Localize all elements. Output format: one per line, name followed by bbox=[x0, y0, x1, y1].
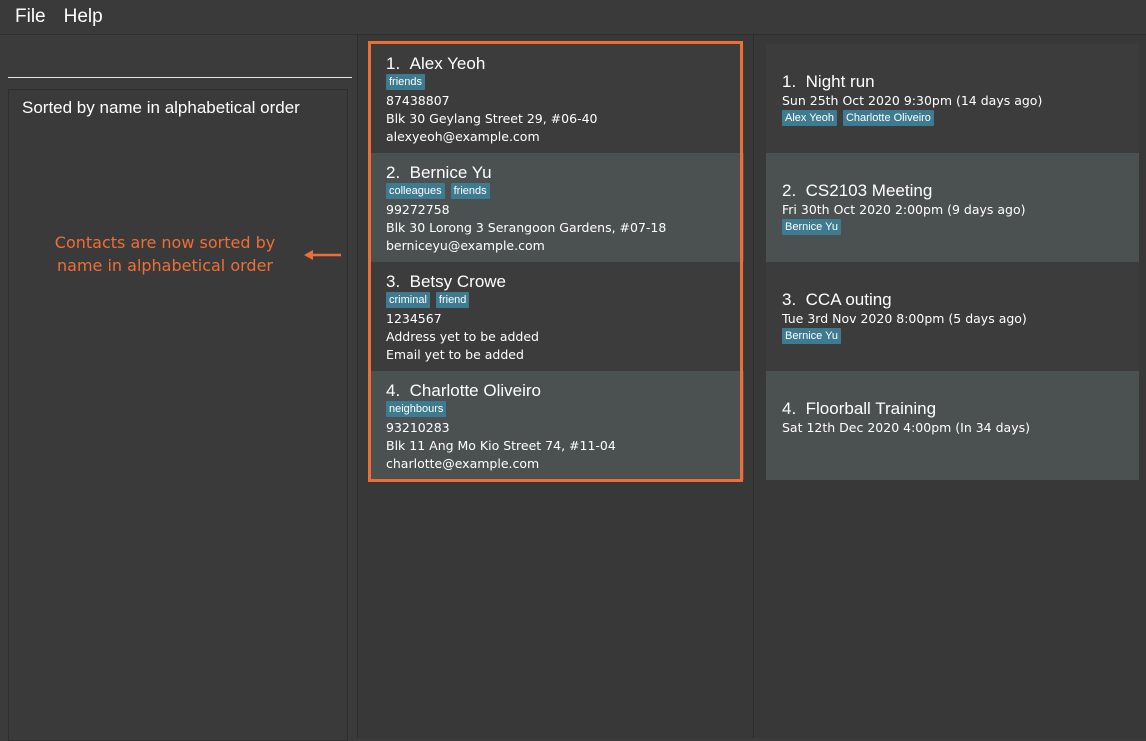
event-tags: Bernice Yu bbox=[782, 328, 1139, 346]
event-tags: Bernice Yu bbox=[782, 219, 1139, 237]
event-datetime: Fri 30th Oct 2020 2:00pm (9 days ago) bbox=[782, 202, 1026, 217]
event-tags bbox=[782, 437, 1139, 455]
event-name-row: 1. Night run bbox=[782, 72, 1139, 92]
person-address: Address yet to be added bbox=[386, 329, 539, 344]
person-name: Charlotte Oliveiro bbox=[409, 381, 541, 400]
command-input[interactable] bbox=[8, 41, 352, 78]
event-index: 4. bbox=[782, 399, 797, 418]
tag-label: Bernice Yu bbox=[782, 328, 842, 344]
result-text: Sorted by name in alphabetical order bbox=[22, 98, 300, 117]
tag-label: Bernice Yu bbox=[782, 219, 842, 235]
event-card[interactable]: 2. CS2103 Meeting Fri 30th Oct 2020 2:00p… bbox=[766, 153, 1139, 262]
event-card[interactable]: 3. CCA outing Tue 3rd Nov 2020 8:00pm (5 … bbox=[766, 262, 1139, 371]
annotation-callout: Contacts are now sorted by name in alpha… bbox=[40, 231, 290, 277]
person-email: berniceyu@example.com bbox=[386, 238, 545, 253]
tag-label: Alex Yeoh bbox=[782, 110, 837, 126]
tag-label: criminal bbox=[386, 292, 430, 308]
person-name: Alex Yeoh bbox=[409, 54, 486, 73]
person-name: Betsy Crowe bbox=[409, 272, 507, 291]
person-phone: 99272758 bbox=[386, 202, 450, 217]
person-name-row: 2. Bernice Yu bbox=[386, 163, 744, 183]
person-name-row: 4. Charlotte Oliveiro bbox=[386, 381, 744, 401]
person-list-panel: 1. Alex Yeoh friends 87438807 Blk 30 Geylan… bbox=[359, 35, 753, 738]
person-card[interactable]: 1. Alex Yeoh friends 87438807 Blk 30 Geylan… bbox=[371, 44, 744, 153]
tag-label: neighbours bbox=[386, 401, 447, 417]
person-address: Blk 30 Geylang Street 29, #06-40 bbox=[386, 111, 598, 126]
event-name: CS2103 Meeting bbox=[805, 181, 933, 200]
annotation-line-2: name in alphabetical order bbox=[57, 256, 273, 275]
person-address: Blk 30 Lorong 3 Serangoon Gardens, #07-1… bbox=[386, 220, 667, 235]
person-list[interactable]: 1. Alex Yeoh friends 87438807 Blk 30 Geylan… bbox=[371, 44, 744, 480]
event-card[interactable]: 4. Floorball Training Sat 12th Dec 2020 4… bbox=[766, 371, 1139, 480]
person-card[interactable]: 3. Betsy Crowe criminal friend 1234567 Addre… bbox=[371, 262, 744, 371]
person-name-row: 1. Alex Yeoh bbox=[386, 54, 744, 74]
event-name: Night run bbox=[805, 72, 875, 91]
arrow-left-icon bbox=[304, 250, 341, 260]
person-index: 4. bbox=[386, 381, 401, 400]
tag-label: friends bbox=[450, 183, 490, 199]
menu-help[interactable]: Help bbox=[64, 6, 103, 28]
annotation-line-1: Contacts are now sorted by bbox=[54, 233, 276, 252]
person-email: charlotte@example.com bbox=[386, 456, 540, 471]
event-name-row: 2. CS2103 Meeting bbox=[782, 181, 1139, 201]
menu-file[interactable]: File bbox=[15, 6, 46, 28]
tag-label: friend bbox=[435, 292, 470, 308]
tag-label: friends bbox=[386, 74, 426, 90]
event-index: 1. bbox=[782, 72, 797, 91]
event-datetime: Sun 25th Oct 2020 9:30pm (14 days ago) bbox=[782, 93, 1043, 108]
pane-divider-right[interactable] bbox=[753, 35, 754, 738]
person-name-row: 3. Betsy Crowe bbox=[386, 272, 744, 292]
left-pane: Sorted by name in alphabetical order Con… bbox=[0, 35, 357, 741]
person-index: 3. bbox=[386, 272, 401, 291]
event-tags: Alex Yeoh Charlotte Oliveiro bbox=[782, 110, 1139, 128]
pane-divider-left[interactable] bbox=[357, 35, 358, 738]
person-tags: colleagues friends bbox=[386, 183, 744, 201]
event-name-row: 4. Floorball Training bbox=[782, 399, 1139, 419]
event-list-panel: 1. Night run Sun 25th Oct 2020 9:30pm (14… bbox=[755, 35, 1146, 738]
person-card[interactable]: 2. Bernice Yu colleagues friends 99272758 Bl… bbox=[371, 153, 744, 262]
person-email: alexyeoh@example.com bbox=[386, 129, 540, 144]
person-index: 1. bbox=[386, 54, 401, 73]
menu-bar: File Help bbox=[0, 0, 1146, 35]
event-index: 3. bbox=[782, 290, 797, 309]
person-address: Blk 11 Ang Mo Kio Street 74, #11-04 bbox=[386, 438, 616, 453]
event-name: Floorball Training bbox=[805, 399, 937, 418]
person-tags: neighbours bbox=[386, 401, 744, 419]
person-phone: 87438807 bbox=[386, 93, 450, 108]
event-datetime: Tue 3rd Nov 2020 8:00pm (5 days ago) bbox=[782, 311, 1027, 326]
person-email: Email yet to be added bbox=[386, 347, 524, 362]
event-name-row: 3. CCA outing bbox=[782, 290, 1139, 310]
person-tags: criminal friend bbox=[386, 292, 744, 310]
person-phone: 1234567 bbox=[386, 311, 442, 326]
event-datetime: Sat 12th Dec 2020 4:00pm (In 34 days) bbox=[782, 420, 1030, 435]
result-display: Sorted by name in alphabetical order bbox=[8, 89, 348, 741]
person-card[interactable]: 4. Charlotte Oliveiro neighbours 93210283 B… bbox=[371, 371, 744, 480]
event-index: 2. bbox=[782, 181, 797, 200]
event-name: CCA outing bbox=[805, 290, 892, 309]
tag-label: colleagues bbox=[386, 183, 445, 199]
person-tags: friends bbox=[386, 74, 744, 92]
person-index: 2. bbox=[386, 163, 401, 182]
event-card[interactable]: 1. Night run Sun 25th Oct 2020 9:30pm (14… bbox=[766, 44, 1139, 153]
tag-label: Charlotte Oliveiro bbox=[842, 110, 934, 126]
person-name: Bernice Yu bbox=[409, 163, 492, 182]
person-phone: 93210283 bbox=[386, 420, 450, 435]
